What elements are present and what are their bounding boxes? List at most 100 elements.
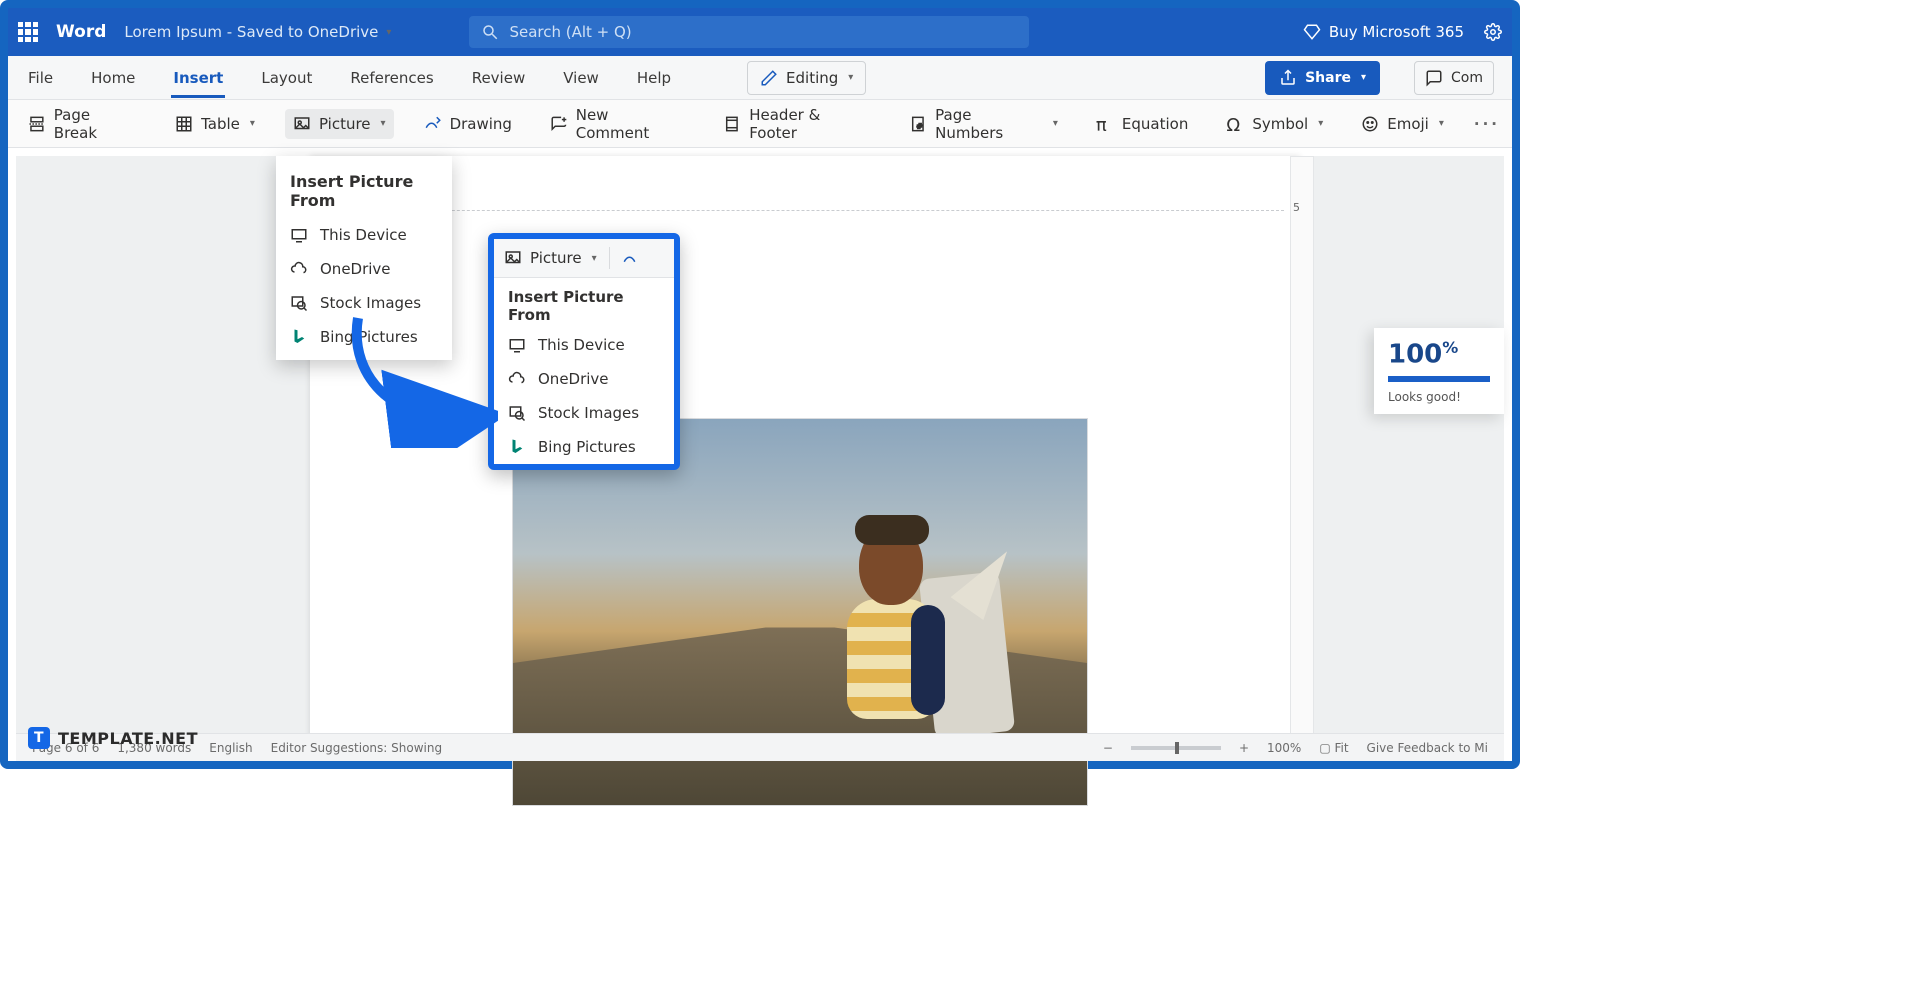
chevron-down-icon: ▾ — [1361, 72, 1366, 83]
tab-layout[interactable]: Layout — [259, 59, 314, 97]
bing-icon — [508, 438, 526, 456]
search-icon — [481, 23, 499, 41]
app-launcher-icon[interactable] — [18, 22, 38, 42]
score-suffix: % — [1442, 338, 1458, 357]
feedback-link[interactable]: Give Feedback to Mi — [1367, 741, 1488, 755]
comment-plus-icon — [550, 115, 568, 133]
device-icon — [290, 226, 308, 244]
pencil-icon — [760, 69, 778, 87]
callout-item-onedrive[interactable]: OneDrive — [494, 362, 674, 396]
watermark-text: TEMPLATE.NET — [58, 729, 198, 748]
settings-icon[interactable] — [1484, 23, 1502, 41]
chevron-down-icon: ▾ — [848, 72, 853, 83]
zoom-in[interactable]: + — [1239, 741, 1249, 755]
template-logo-icon: T — [28, 727, 50, 749]
divider — [609, 247, 610, 269]
callout-item-stock-images[interactable]: Stock Images — [494, 396, 674, 430]
menu-label: Stock Images — [538, 404, 639, 422]
ribbon-overflow[interactable]: ··· — [1474, 115, 1500, 133]
buy-microsoft-365[interactable]: Buy Microsoft 365 — [1303, 23, 1464, 41]
share-button[interactable]: Share ▾ — [1265, 61, 1380, 95]
tab-insert[interactable]: Insert — [171, 59, 225, 97]
tab-file[interactable]: File — [26, 59, 55, 97]
tab-help[interactable]: Help — [635, 59, 673, 97]
editor-score-card[interactable]: 100% Looks good! — [1374, 328, 1504, 414]
menu-label: OneDrive — [320, 260, 391, 278]
ribbon-label: Symbol — [1252, 115, 1308, 133]
equation-button[interactable]: πEquation — [1088, 109, 1196, 139]
editing-label: Editing — [786, 69, 838, 87]
cloud-icon — [290, 260, 308, 278]
share-icon — [1279, 69, 1297, 87]
zoom-slider[interactable] — [1131, 746, 1221, 750]
ribbon-label: Picture — [319, 115, 371, 133]
new-comment-button[interactable]: New Comment — [542, 100, 693, 148]
chevron-down-icon: ▾ — [1318, 118, 1323, 129]
document-canvas: 5 100% Looks good! — [16, 156, 1504, 753]
table-button[interactable]: Table▾ — [167, 109, 263, 139]
emoji-button[interactable]: Emoji▾ — [1353, 109, 1452, 139]
picture-icon — [504, 249, 522, 267]
editing-mode-button[interactable]: Editing ▾ — [747, 61, 866, 95]
chevron-down-icon: ▾ — [592, 253, 597, 264]
ribbon-label: Header & Footer — [749, 106, 871, 142]
document-title-text: Lorem Ipsum - Saved to OneDrive — [124, 23, 378, 41]
score-percent: 100 — [1388, 340, 1442, 370]
page-break-button[interactable]: Page Break — [20, 100, 145, 148]
status-bar: Page 6 of 6 1,380 words English Editor S… — [16, 733, 1504, 761]
ribbon-tabs: File Home Insert Layout References Revie… — [8, 56, 1512, 100]
ribbon-label: Page Numbers — [935, 106, 1043, 142]
header-footer-button[interactable]: Header & Footer — [715, 100, 879, 148]
emoji-icon — [1361, 115, 1379, 133]
tab-review[interactable]: Review — [470, 59, 528, 97]
search-box[interactable]: Search (Alt + Q) — [469, 16, 1029, 48]
draw-icon[interactable] — [622, 249, 640, 267]
tab-home[interactable]: Home — [89, 59, 137, 97]
menu-label: This Device — [320, 226, 407, 244]
menu-item-this-device[interactable]: This Device — [276, 218, 452, 252]
annotation-arrow — [338, 308, 498, 448]
svg-text:#: # — [917, 121, 923, 130]
callout-picture-menu: Picture ▾ Insert Picture From This Devic… — [488, 233, 680, 470]
menu-header: Insert Picture From — [276, 166, 452, 218]
chevron-down-icon: ▾ — [386, 27, 391, 38]
margin-guide — [312, 210, 1284, 211]
device-icon — [508, 336, 526, 354]
menu-label: OneDrive — [538, 370, 609, 388]
template-net-watermark: T TEMPLATE.NET — [28, 727, 198, 749]
stock-images-icon — [508, 404, 526, 422]
omega-icon: Ω — [1226, 115, 1244, 133]
picture-button[interactable]: Picture▾ — [285, 109, 394, 139]
callout-item-bing-pictures[interactable]: Bing Pictures — [494, 430, 674, 464]
search-placeholder: Search (Alt + Q) — [509, 23, 631, 41]
cloud-icon — [508, 370, 526, 388]
ribbon-label: Page Break — [54, 106, 137, 142]
table-icon — [175, 115, 193, 133]
ribbon-label: Emoji — [1387, 115, 1429, 133]
zoom-out[interactable]: − — [1103, 741, 1113, 755]
zoom-value[interactable]: 100% — [1267, 741, 1301, 755]
menu-item-onedrive[interactable]: OneDrive — [276, 252, 452, 286]
ribbon-label: Equation — [1122, 115, 1188, 133]
score-message: Looks good! — [1388, 390, 1490, 404]
tab-view[interactable]: View — [561, 59, 601, 97]
callout-item-this-device[interactable]: This Device — [494, 328, 674, 362]
comments-label: Com — [1451, 70, 1483, 86]
status-language[interactable]: English — [209, 741, 252, 755]
page-numbers-button[interactable]: #Page Numbers▾ — [901, 100, 1066, 148]
status-suggestions[interactable]: Editor Suggestions: Showing — [271, 741, 442, 755]
ribbon-label: Drawing — [450, 115, 512, 133]
menu-header: Insert Picture From — [494, 278, 674, 328]
callout-picture-label[interactable]: Picture — [530, 249, 582, 267]
comments-button[interactable]: Com — [1414, 61, 1494, 95]
menu-label: Bing Pictures — [538, 438, 636, 456]
page-numbers-icon: # — [909, 115, 927, 133]
symbol-button[interactable]: Ω Symbol ▾ — [1218, 109, 1331, 139]
buy-label: Buy Microsoft 365 — [1329, 23, 1464, 41]
fit-button[interactable]: ▢ Fit — [1319, 741, 1348, 755]
document-title[interactable]: Lorem Ipsum - Saved to OneDrive ▾ — [124, 23, 391, 41]
comment-icon — [1425, 69, 1443, 87]
drawing-button[interactable]: Drawing — [416, 109, 520, 139]
tab-references[interactable]: References — [348, 59, 435, 97]
ruler-tick: 5 — [1293, 201, 1300, 214]
